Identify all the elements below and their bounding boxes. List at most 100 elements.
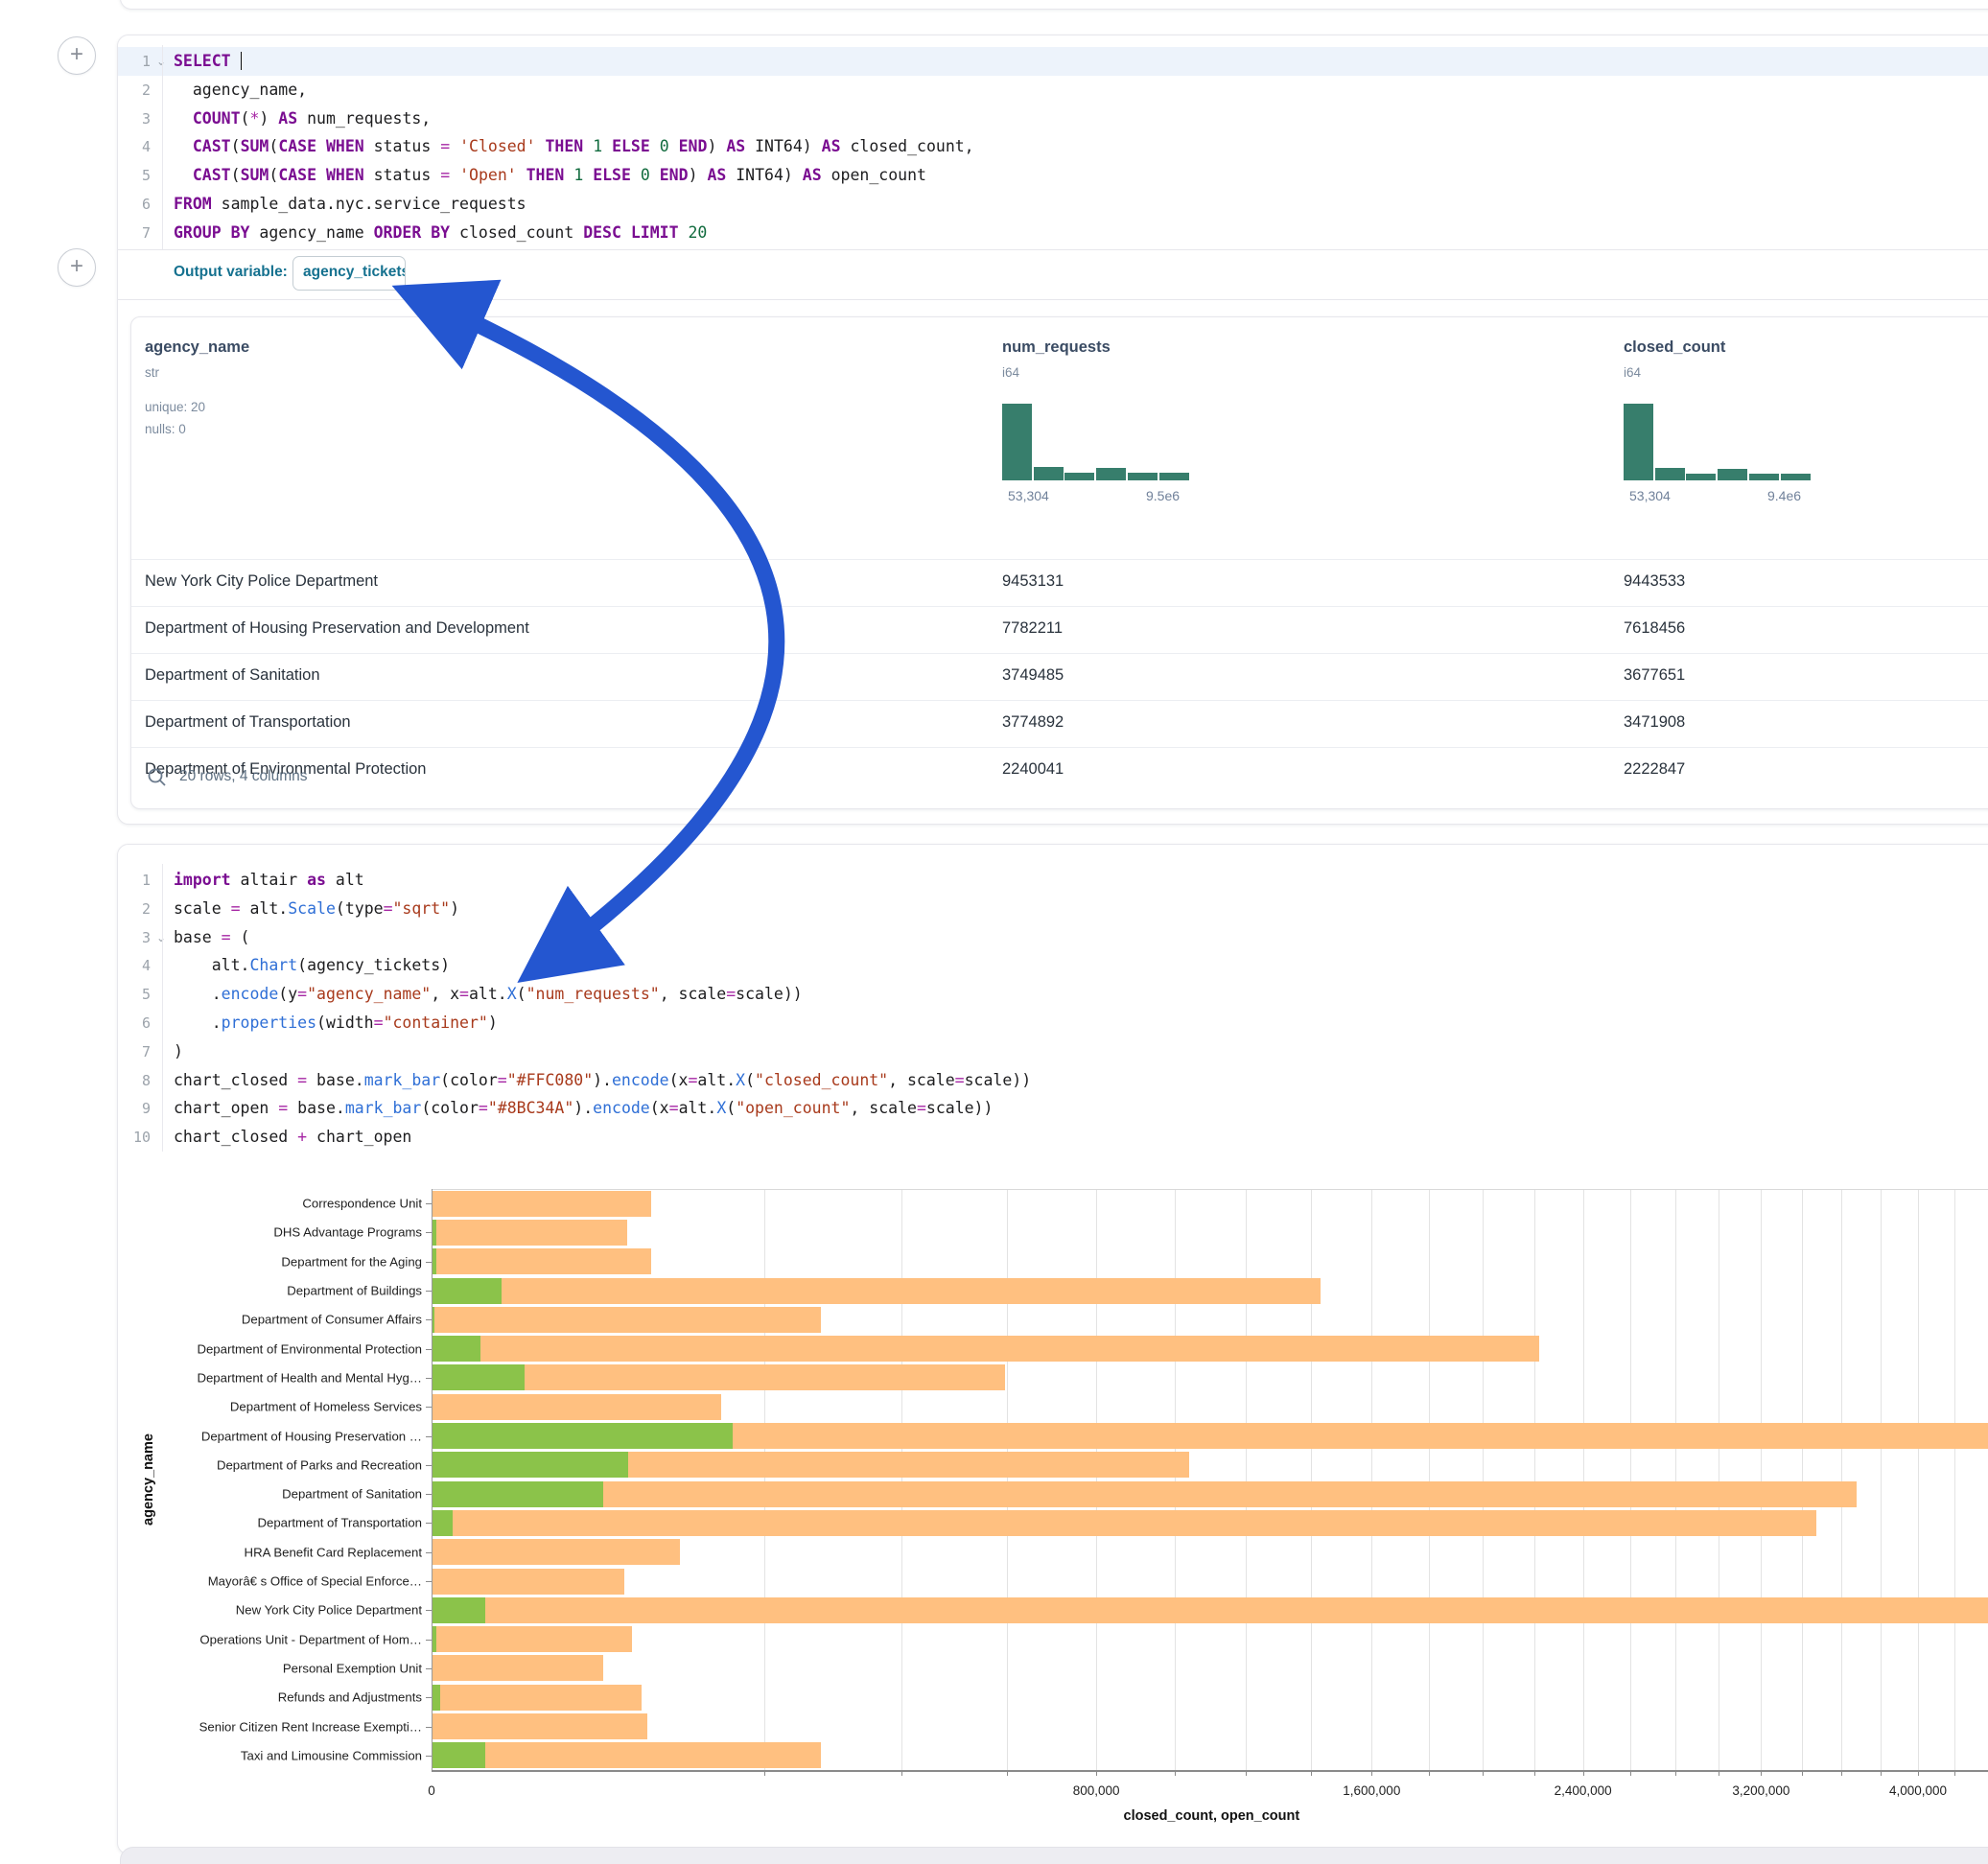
code-text: COUNT(*) AS num_requests, [174, 105, 431, 133]
histogram-bar [1128, 473, 1158, 480]
table-cell[interactable]: 9443533 [1624, 572, 1685, 591]
line-number: 6 [118, 190, 151, 219]
code-line[interactable]: 5 CAST(SUM(CASE WHEN status = 'Open' THE… [118, 161, 1988, 190]
table-cell[interactable]: Department of Housing Preservation and D… [145, 619, 529, 638]
row-count-label: 20 rows, 4 columns [179, 768, 308, 785]
previous-cell-edge [120, 0, 1988, 10]
code-line[interactable]: 2scale = alt.Scale(type="sqrt") [118, 895, 1988, 923]
code-line[interactable]: 9chart_open = base.mark_bar(color="#8BC3… [118, 1094, 1988, 1123]
table-cell[interactable]: New York City Police Department [145, 572, 378, 591]
code-text: .properties(width="container") [174, 1009, 498, 1037]
code-line[interactable]: 1 import altair as alt [118, 866, 1988, 895]
code-line[interactable]: 4 CAST(SUM(CASE WHEN status = 'Closed' T… [118, 132, 1988, 161]
line-number: 9 [118, 1094, 151, 1123]
row-divider [131, 559, 1988, 560]
line-number: 6 [118, 1009, 151, 1037]
column-histogram [1624, 402, 1812, 480]
line-number: 4 [118, 132, 151, 161]
line-number: 5 [118, 161, 151, 190]
line-number: 3 [118, 105, 151, 133]
histogram-bar [1655, 468, 1685, 480]
search-icon[interactable] [147, 767, 168, 788]
table-footer: 20 rows, 4 columns [131, 747, 1988, 808]
code-line[interactable]: 5 .encode(y="agency_name", x=alt.X("num_… [118, 980, 1988, 1009]
row-divider [131, 653, 1988, 654]
table-cell[interactable]: 3471908 [1624, 713, 1685, 732]
histogram-bar [1624, 404, 1653, 480]
table-cell[interactable]: 3749485 [1002, 666, 1064, 685]
code-line[interactable]: 2 agency_name, [118, 76, 1988, 105]
code-text: ) [174, 1037, 183, 1066]
code-text: import altair as alt [174, 866, 364, 895]
line-number: 2 [118, 76, 151, 105]
code-text: alt.Chart(agency_tickets) [174, 951, 450, 980]
line-number: 7 [118, 1037, 151, 1066]
output-variable-label: Output variable: [174, 264, 288, 281]
histogram-bar [1686, 474, 1716, 480]
code-line[interactable]: 6 FROM sample_data.nyc.service_requests [118, 190, 1988, 219]
table-cell[interactable]: Department of Transportation [145, 713, 351, 732]
line-number: 4 [118, 951, 151, 980]
table-cell[interactable]: 3774892 [1002, 713, 1064, 732]
column-header[interactable]: num_requests [1002, 338, 1111, 357]
gutter-divider [162, 45, 163, 250]
table-header-row: agency_namestr unique: 20 nulls: 0 num_requ… [131, 317, 1988, 559]
cell-divider [118, 299, 1988, 300]
sql-code-editor[interactable]: 1⌄SELECT 2 agency_name,3 COUNT(*) AS num… [118, 47, 1988, 277]
notebook-page: + + 1⌄SELECT 2 agency_name,3 COUNT(*) AS… [0, 0, 1988, 1864]
text-cursor [241, 52, 243, 70]
code-line[interactable]: 1⌄SELECT [118, 47, 1988, 76]
python-code-editor[interactable]: 1 import altair as alt2scale = alt.Scale(… [118, 866, 1988, 1161]
histogram-min-label: 53,304 [1629, 488, 1671, 503]
column-meta: nulls: 0 [145, 422, 186, 436]
output-variable-chip[interactable]: agency_tickets [292, 256, 406, 291]
line-number: 2 [118, 895, 151, 923]
code-text: .encode(y="agency_name", x=alt.X("num_re… [174, 980, 803, 1009]
column-header[interactable]: closed_count [1624, 338, 1725, 357]
column-type: i64 [1002, 365, 1019, 380]
column-header[interactable]: agency_name [145, 338, 249, 357]
gutter-divider [162, 864, 163, 1152]
line-number: 8 [118, 1066, 151, 1095]
table-cell[interactable]: 3677651 [1624, 666, 1685, 685]
table-cell[interactable]: 7618456 [1624, 619, 1685, 638]
code-text: FROM sample_data.nyc.service_requests [174, 190, 526, 219]
row-divider [131, 700, 1988, 701]
code-text: chart_closed = base.mark_bar(color="#FFC… [174, 1066, 1031, 1095]
histogram-bar [1159, 473, 1189, 480]
output-variable-row: Output variable: agency_tickets [118, 250, 1988, 299]
code-line[interactable]: 3⌄base = ( [118, 923, 1988, 952]
histogram-bar [1096, 468, 1126, 480]
line-number: 1 [118, 866, 151, 895]
add-cell-button[interactable]: + [58, 36, 96, 75]
code-line[interactable]: 6 .properties(width="container") [118, 1009, 1988, 1037]
line-number: 7 [118, 219, 151, 247]
python-cell-card: 1 import altair as alt2scale = alt.Scale(… [117, 844, 1988, 1854]
histogram-max-label: 9.5e6 [1146, 488, 1180, 503]
code-line[interactable]: 10chart_closed + chart_open [118, 1123, 1988, 1152]
code-text: base = ( [174, 923, 249, 952]
line-number: 1 [118, 47, 151, 76]
add-cell-button[interactable]: + [58, 248, 96, 287]
column-type: str [145, 365, 159, 380]
histogram-min-label: 53,304 [1008, 488, 1049, 503]
code-line[interactable]: 8 chart_closed = base.mark_bar(color="#FF… [118, 1066, 1988, 1095]
histogram-bar [1781, 474, 1811, 480]
output-variable-value: agency_tickets [303, 264, 406, 281]
histogram-bar [1034, 467, 1064, 480]
code-text: GROUP BY agency_name ORDER BY closed_cou… [174, 219, 707, 247]
line-number: 5 [118, 980, 151, 1009]
column-meta: unique: 20 [145, 400, 205, 414]
table-cell[interactable]: Department of Sanitation [145, 666, 320, 685]
code-line[interactable]: 7) [118, 1037, 1988, 1066]
code-text: SELECT [174, 47, 242, 76]
code-line[interactable]: 4 alt.Chart(agency_tickets) [118, 951, 1988, 980]
histogram-bar [1718, 469, 1747, 480]
table-cell[interactable]: 9453131 [1002, 572, 1064, 591]
code-line[interactable]: 3 COUNT(*) AS num_requests, [118, 105, 1988, 133]
code-text: agency_name, [174, 76, 307, 105]
table-body: New York City Police Department 9453131 94… [131, 559, 1988, 747]
table-cell[interactable]: 7782211 [1002, 619, 1063, 638]
column-type: i64 [1624, 365, 1641, 380]
code-line[interactable]: 7 GROUP BY agency_name ORDER BY closed_co… [118, 219, 1988, 247]
